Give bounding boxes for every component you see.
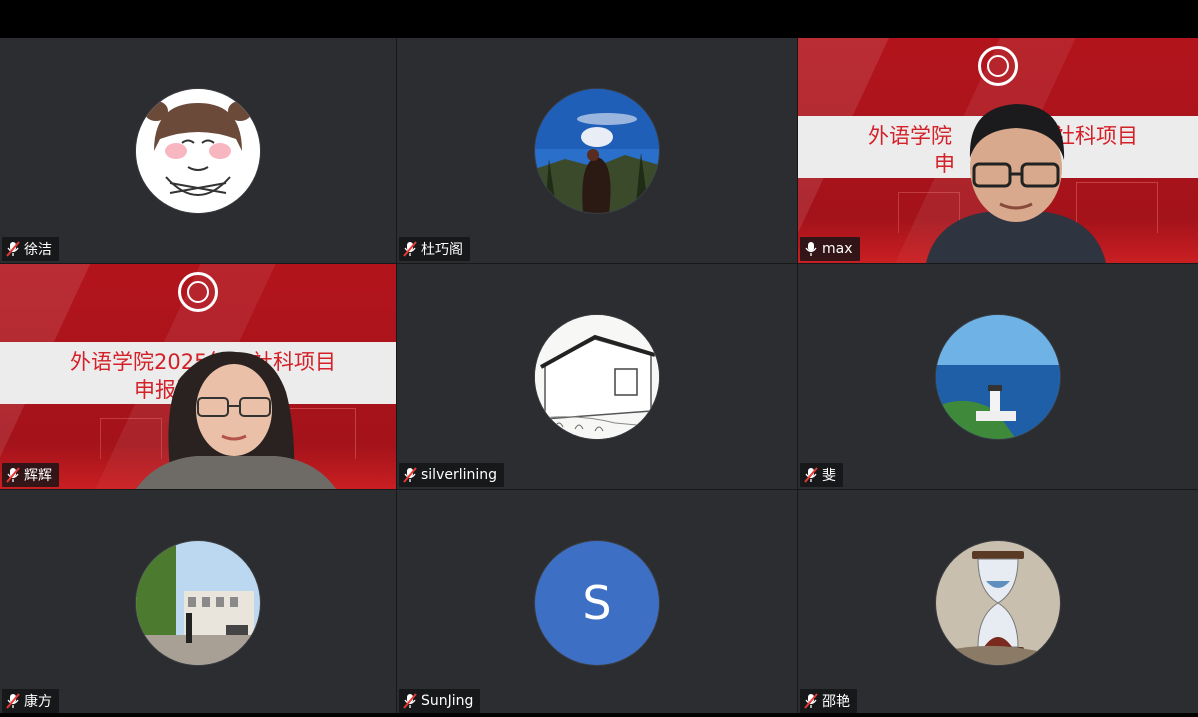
hourglass-avatar <box>936 540 1060 665</box>
landscape-photo-avatar <box>535 88 659 213</box>
participant-tile[interactable]: 斐 <box>798 264 1198 489</box>
participant-name: max <box>822 241 853 257</box>
letter-avatar: S <box>535 540 659 665</box>
mic-muted-icon <box>403 467 417 483</box>
name-label: 徐洁 <box>2 237 59 261</box>
mic-muted-icon <box>804 693 818 709</box>
name-label: 康方 <box>2 689 59 713</box>
name-label: SunJing <box>399 689 481 713</box>
mic-muted-icon <box>403 693 417 709</box>
participant-tile-active[interactable]: 外语学院 社科项目 申 会 max <box>798 38 1198 263</box>
participant-name: 斐 <box>822 468 836 484</box>
participant-name: 邵艳 <box>822 694 850 710</box>
bottom-bar <box>0 713 1198 717</box>
cartoon-girl-avatar <box>136 88 260 213</box>
participant-tile[interactable]: 康方 <box>0 490 396 715</box>
name-label: 杜巧阁 <box>399 237 470 261</box>
participant-tile[interactable]: 杜巧阁 <box>397 38 797 263</box>
mic-muted-icon <box>403 241 417 257</box>
name-label: 斐 <box>800 463 843 487</box>
participant-name: 康方 <box>24 694 52 710</box>
name-label: silverlining <box>399 463 505 487</box>
mic-muted-icon <box>804 467 818 483</box>
participant-tile[interactable]: 外语学院2025年 社科项目 申报进 会 辉辉 <box>0 264 396 489</box>
participant-name: 辉辉 <box>24 468 52 484</box>
name-label: 邵艳 <box>800 689 857 713</box>
participant-tile[interactable]: S SunJing <box>397 490 797 715</box>
speaker-person <box>926 104 1106 263</box>
street-photo-avatar <box>136 540 260 665</box>
participant-name: silverlining <box>421 467 498 483</box>
mic-muted-icon <box>6 241 20 257</box>
lighthouse-photo-avatar <box>936 314 1060 439</box>
video-feed: 外语学院 社科项目 申 会 <box>798 38 1198 263</box>
name-label: 辉辉 <box>2 463 59 487</box>
participant-tile[interactable]: 邵艳 <box>798 490 1198 715</box>
top-bar <box>0 0 1198 38</box>
participant-name: SunJing <box>421 693 474 709</box>
speaker-person <box>136 351 336 489</box>
name-label: max <box>800 237 860 261</box>
mic-muted-icon <box>6 467 20 483</box>
ink-sketch-avatar <box>535 314 659 439</box>
participant-name: 徐洁 <box>24 242 52 258</box>
participant-tile[interactable]: silverlining <box>397 264 797 489</box>
school-logo-icon <box>178 272 218 312</box>
mic-muted-icon <box>6 693 20 709</box>
participant-name: 杜巧阁 <box>421 242 463 258</box>
video-grid: 徐洁 杜巧阁 外语学院 社科项目 申 max 外语学院2025年 社科项目 申报… <box>0 38 1198 715</box>
participant-tile[interactable]: 徐洁 <box>0 38 396 263</box>
video-feed: 外语学院2025年 社科项目 申报进 会 <box>0 264 396 489</box>
mic-on-icon <box>805 242 817 256</box>
school-logo-icon <box>978 46 1018 86</box>
